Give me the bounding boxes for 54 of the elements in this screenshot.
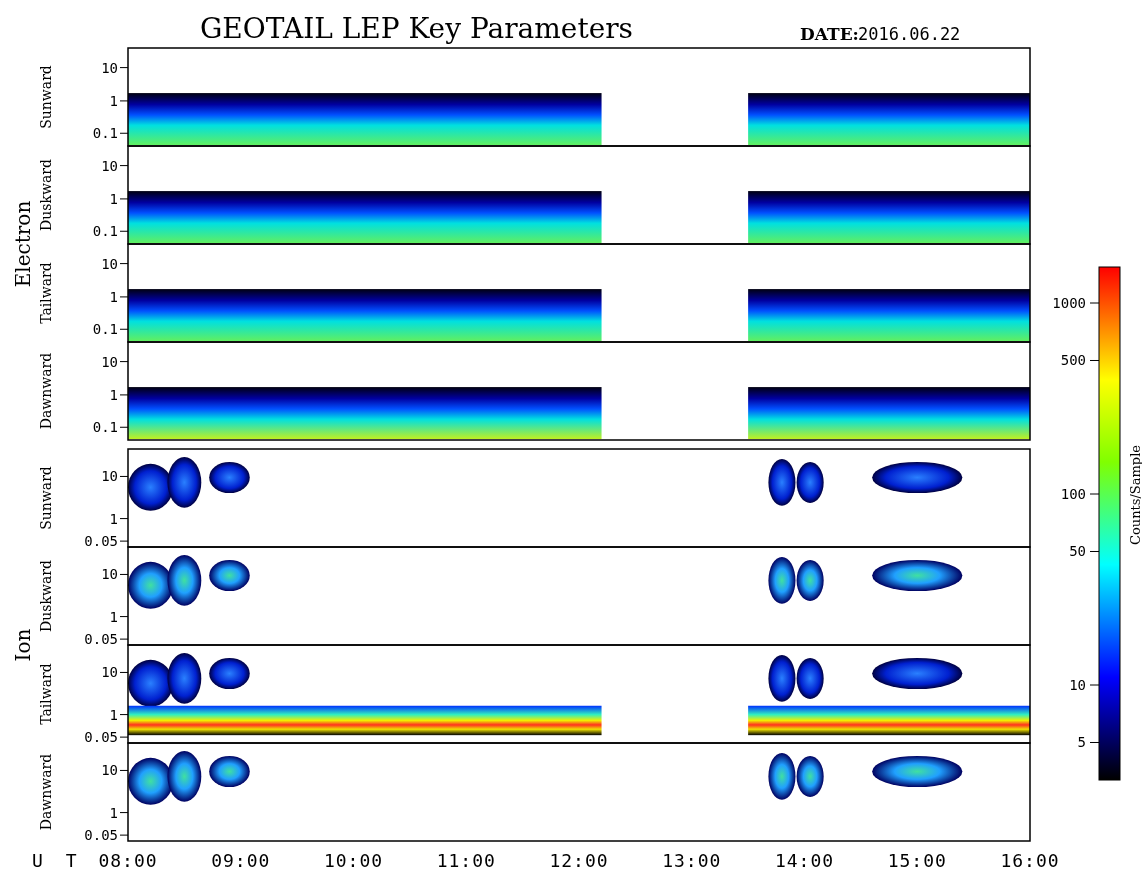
axis-tick-label: 0.05 — [84, 533, 118, 550]
axis-tick-label: 1 — [109, 288, 118, 305]
axis-tick-label: 12:00 — [549, 850, 609, 871]
axis-tick-label: 0.1 — [92, 419, 118, 436]
colorbar-label: Counts/Sample — [1128, 445, 1142, 545]
direction-label: Sunward — [38, 65, 54, 129]
axis-tick-label: 0.05 — [84, 827, 118, 844]
axis-tick-label: 10:00 — [323, 850, 384, 871]
colorbar-tick-label: 1000 — [1052, 295, 1086, 311]
axis-tick-label: 1 — [109, 190, 118, 207]
direction-label: Dawnward — [38, 753, 54, 831]
axis-tick-label: 10 — [101, 468, 118, 485]
axis-tick-label: 08:00 — [98, 850, 158, 871]
colorbar-tick-label: 100 — [1060, 486, 1086, 502]
date-value: 2016.06.22 — [858, 24, 961, 44]
axis-tick-label: 0.1 — [92, 223, 118, 240]
axis-tick-label: 16:00 — [1000, 850, 1060, 871]
axis-tick-label: 11:00 — [436, 850, 496, 871]
colorbar-tick-label: 10 — [1069, 677, 1086, 693]
direction-label: Tailward — [38, 262, 54, 324]
direction-label: Duskward — [38, 560, 54, 632]
direction-label: Duskward — [38, 159, 54, 231]
axis-tick-label: 09:00 — [211, 850, 271, 871]
colorbar-tick-label: 5 — [1077, 734, 1086, 751]
axis-tick-label: 1 — [109, 706, 118, 723]
direction-label: Tailward — [38, 663, 54, 725]
axis-label: U T — [32, 850, 83, 871]
axis-tick-label: 0.1 — [92, 125, 118, 142]
axis-tick-label: 1 — [109, 608, 118, 625]
chart-title: GEOTAIL LEP Key Parameters — [200, 12, 633, 45]
colorbar-tick-label: 50 — [1069, 543, 1086, 560]
axis-tick-label: 10 — [101, 157, 118, 174]
axis-tick-label: 0.1 — [92, 321, 118, 338]
species-label: Electron — [11, 200, 35, 288]
colorbar-tick-label: 500 — [1060, 352, 1086, 369]
axis-tick-label: 13:00 — [662, 850, 722, 871]
axis-tick-label: 14:00 — [774, 850, 835, 871]
axis-tick-label: 15:00 — [887, 850, 947, 871]
axis-tick-label: 10 — [101, 255, 118, 272]
axis-tick-label: 0.05 — [84, 631, 118, 648]
direction-label: Sunward — [38, 466, 54, 530]
axis-tick-label: 10 — [101, 762, 118, 779]
axis-tick-label: 10 — [101, 566, 118, 583]
axis-tick-label: 1 — [109, 386, 118, 403]
axis-tick-label: 10 — [101, 353, 118, 370]
species-label: Ion — [11, 628, 35, 662]
axis-tick-label: 1 — [109, 804, 118, 821]
axis-tick-label: 1 — [109, 510, 118, 527]
direction-label: Dawnward — [38, 352, 54, 430]
axis-tick-label: 10 — [101, 59, 118, 76]
axis-tick-label: 0.05 — [84, 729, 118, 746]
date-label: DATE: — [800, 24, 859, 44]
axis-tick-label: 1 — [109, 92, 118, 109]
axis-tick-label: 10 — [101, 664, 118, 681]
